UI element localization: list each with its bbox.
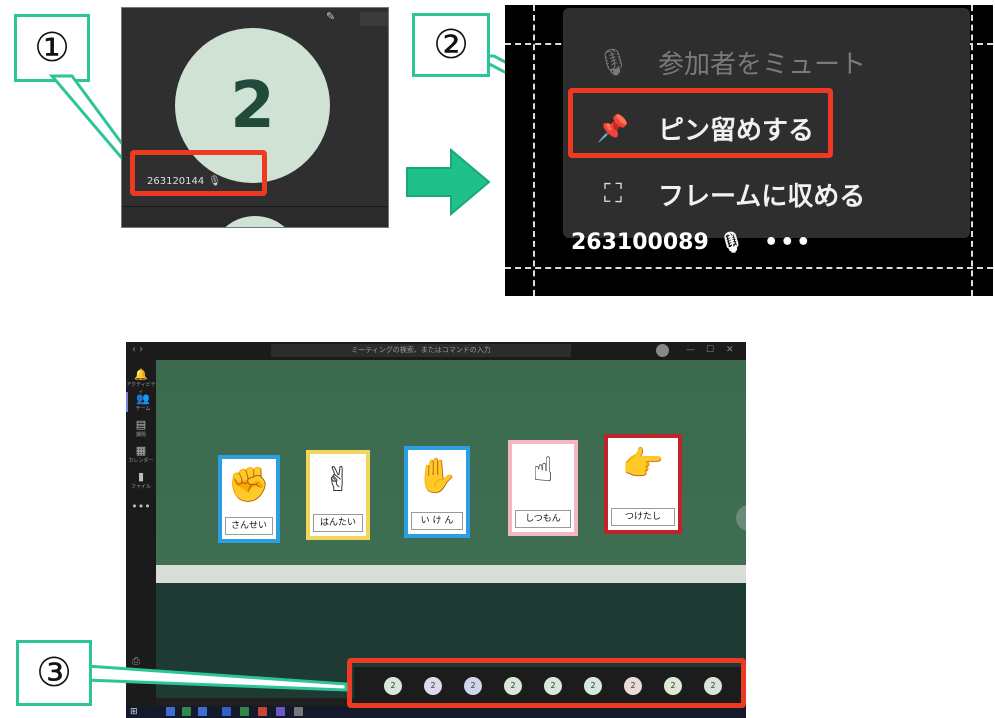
- callout-3: ③: [16, 640, 92, 706]
- callout-3-label: ③: [36, 650, 72, 696]
- callout-3-pointer: [84, 664, 348, 692]
